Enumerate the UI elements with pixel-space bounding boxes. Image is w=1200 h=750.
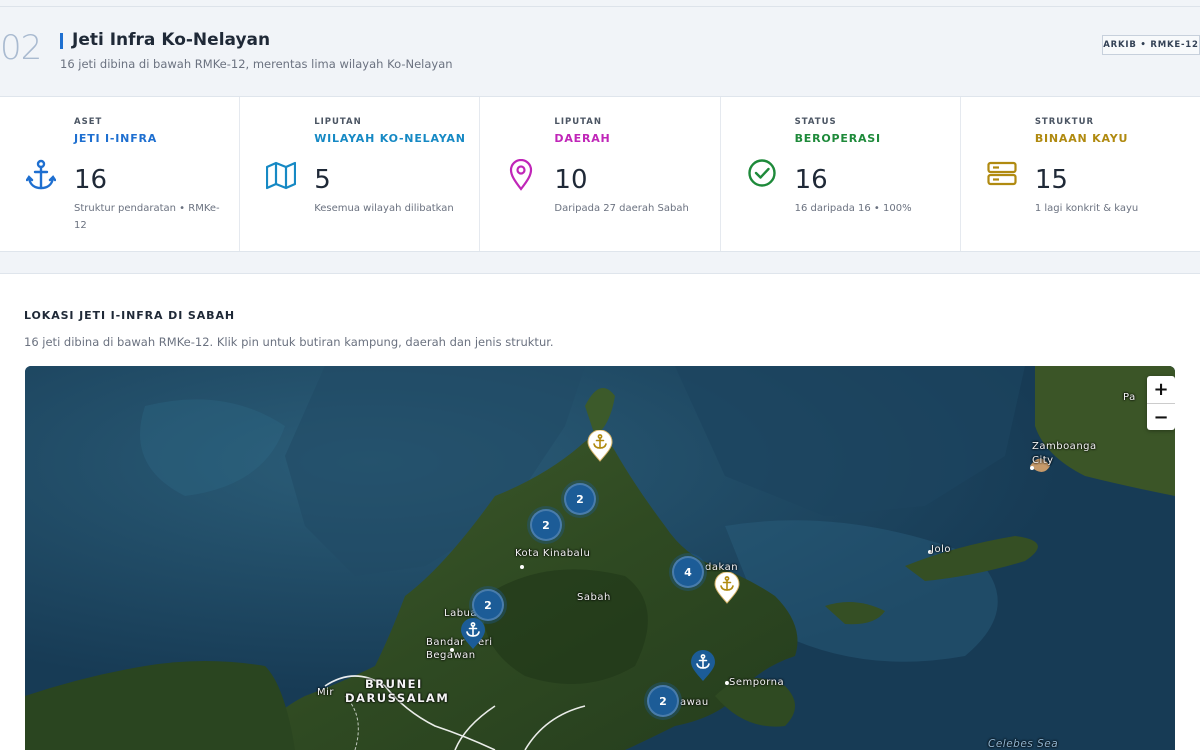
zoom-out-button[interactable]: −: [1147, 403, 1175, 430]
place-semporna: Semporna: [729, 677, 785, 688]
check-circle-icon: [747, 159, 776, 187]
stat-kicker: ASET: [74, 117, 103, 127]
stat-value: 5: [314, 165, 331, 195]
stat-value: 16: [74, 165, 108, 195]
stat-kicker: STATUS: [794, 117, 837, 127]
jetty-cluster[interactable]: 2: [564, 483, 596, 515]
location-pin-icon: [510, 159, 533, 191]
map-caption: 16 jeti dibina di bawah RMKe-12. Klik pi…: [24, 335, 554, 349]
stat-kicker: LIPUTAN: [314, 117, 362, 127]
page-title: Jeti Infra Ko-Nelayan: [72, 30, 271, 50]
stat-value: 16: [794, 165, 828, 195]
stat-description: 16 daripada 16 • 100%: [794, 203, 912, 214]
place-celebes-sea: Celebes Sea: [988, 738, 1059, 750]
place-darussalam: DARUSSALAM: [345, 691, 450, 705]
place-zamboanga-city: City: [1032, 455, 1054, 466]
jetty-map[interactable]: Kota Kinabalu Sabah Labua Bandar eri Beg…: [25, 366, 1175, 750]
stat-kicker: STRUKTUR: [1034, 117, 1095, 127]
stat-card-wilayah: LIPUTAN WILAYAH KO-NELAYAN 5 Kesemua wil…: [240, 97, 481, 251]
place-pagadian: Pa: [1123, 392, 1136, 403]
jetty-cluster[interactable]: 2: [647, 685, 679, 717]
stat-description: 1 lagi konkrit & kayu: [1034, 203, 1139, 214]
stat-value: 10: [554, 165, 588, 195]
stat-description: Kesemua wilayah dilibatkan: [314, 203, 454, 214]
place-kota-kinabalu: Kota Kinabalu: [515, 548, 591, 559]
zoom-in-button[interactable]: +: [1147, 376, 1175, 403]
place-miri: Mir: [317, 687, 335, 698]
map-heading: LOKASI JETI I-INFRA DI SABAH: [24, 309, 235, 322]
stats-row: ASET JETI I-INFRA 16 Struktur pendaratan…: [0, 96, 1200, 252]
place-zamboanga: Zamboanga: [1032, 441, 1097, 452]
stat-card-struktur: STRUKTUR BINAAN KAYU 15 1 lagi konkrit &…: [961, 97, 1200, 251]
stat-card-daerah: LIPUTAN DAERAH 10 Daripada 27 daerah Sab…: [480, 97, 721, 251]
top-divider: [0, 6, 1200, 7]
map-icon: [266, 161, 297, 190]
jetty-pin[interactable]: [459, 618, 487, 650]
place-begawan: Begawan: [426, 650, 476, 661]
anchor-icon: [26, 159, 56, 190]
jetty-pin[interactable]: [689, 650, 717, 682]
place-tawau: awau: [680, 697, 709, 708]
server-icon: [987, 161, 1017, 186]
stat-label: BEROPERASI: [794, 132, 881, 145]
place-jolo: Jolo: [931, 544, 951, 555]
section-number: 02: [0, 28, 42, 68]
page-subtitle: 16 jeti dibina di bawah RMKe-12, merenta…: [60, 57, 453, 71]
stat-label: JETI I-INFRA: [74, 132, 158, 145]
archive-badge: ARKIB • RMKE-12: [1102, 35, 1200, 55]
stat-label: DAERAH: [554, 132, 611, 145]
jetty-cluster[interactable]: 2: [472, 589, 504, 621]
map-terrain: [25, 366, 1175, 750]
stat-kicker: LIPUTAN: [554, 117, 602, 127]
stat-card-status: STATUS BEROPERASI 16 16 daripada 16 • 10…: [721, 97, 961, 251]
jetty-cluster[interactable]: 4: [672, 556, 704, 588]
stat-label: WILAYAH KO-NELAYAN: [314, 132, 466, 145]
title-accent-bar: [60, 33, 63, 49]
stat-description: Struktur pendaratan • RMKe-12: [74, 203, 220, 231]
place-brunei: BRUNEI: [365, 677, 423, 691]
jetty-pin-wood[interactable]: [713, 572, 741, 604]
stat-label: BINAAN KAYU: [1034, 132, 1129, 145]
jetty-cluster[interactable]: 2: [530, 509, 562, 541]
stat-description: Daripada 27 daerah Sabah: [554, 203, 689, 214]
stat-value: 15: [1034, 165, 1068, 195]
stat-card-jeti: ASET JETI I-INFRA 16 Struktur pendaratan…: [0, 97, 241, 251]
zoom-control: + −: [1147, 376, 1175, 430]
jetty-pin-wood[interactable]: [586, 430, 614, 462]
place-sabah: Sabah: [577, 592, 611, 603]
